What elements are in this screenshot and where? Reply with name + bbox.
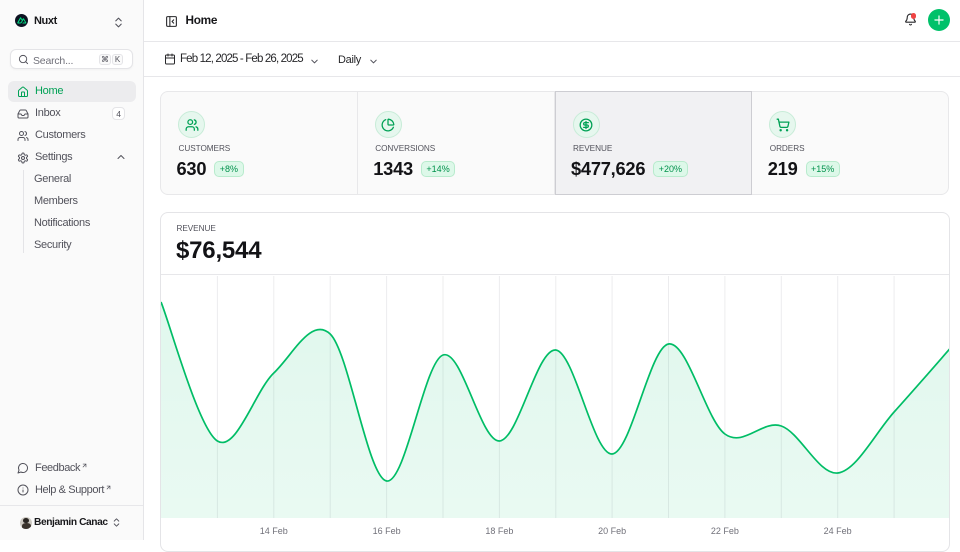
svg-text:20 Feb: 20 Feb xyxy=(598,526,626,536)
svg-text:22 Feb: 22 Feb xyxy=(711,526,739,536)
svg-text:14 Feb: 14 Feb xyxy=(260,526,288,536)
svg-text:24 Feb: 24 Feb xyxy=(824,526,852,536)
svg-text:18 Feb: 18 Feb xyxy=(485,526,513,536)
svg-text:16 Feb: 16 Feb xyxy=(373,526,401,536)
